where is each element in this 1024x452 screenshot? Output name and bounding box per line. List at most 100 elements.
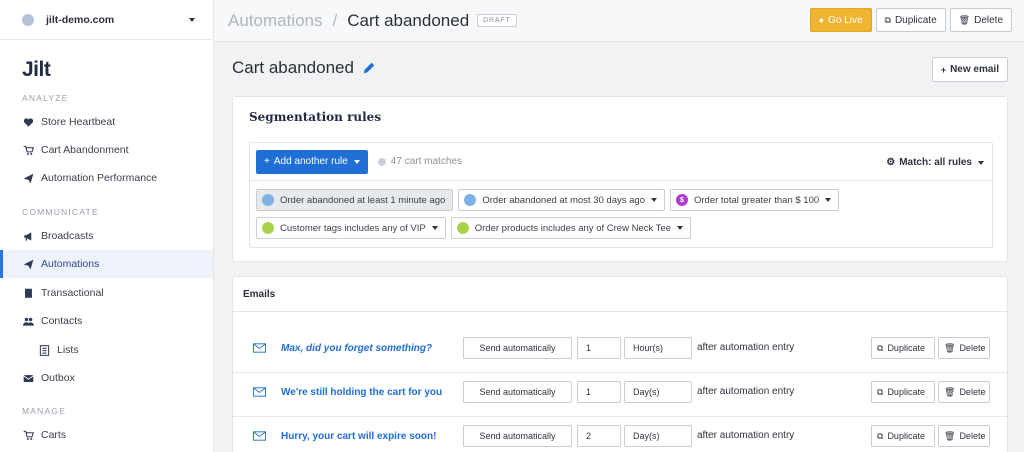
after-label: after automation entry	[697, 342, 795, 353]
match-rules-dropdown[interactable]: ⚙ Match: all rules	[886, 157, 984, 168]
product-icon	[456, 222, 469, 234]
site-avatar	[22, 13, 34, 26]
email-delete-button[interactable]: 🗑 Delete	[938, 425, 990, 447]
sidebar-item-lists[interactable]: Lists	[0, 336, 213, 364]
envelope-icon	[22, 372, 34, 384]
new-email-button[interactable]: + New email	[931, 57, 1008, 82]
sidebar-item-broadcasts[interactable]: Broadcasts	[0, 222, 213, 250]
delay-unit-select[interactable]: Day(s)	[624, 425, 692, 447]
delay-unit-select[interactable]: Hour(s)	[624, 337, 692, 359]
rule-chip[interactable]: Order abandoned at most 30 days ago	[458, 189, 665, 211]
rule-chip[interactable]: $ Order total greater than $ 100	[669, 189, 840, 211]
delete-button[interactable]: 🗑 Delete	[949, 8, 1012, 32]
email-duplicate-button[interactable]: ⧉ Duplicate	[871, 337, 935, 359]
sidebar-item-carts[interactable]: Carts	[0, 421, 213, 449]
rule-label: Order abandoned at least 1 minute ago	[280, 194, 446, 206]
delay-input[interactable]: 1	[577, 381, 621, 403]
sidebar-item-label: Store Heartbeat	[41, 116, 116, 128]
sidebar-item-label: Contacts	[41, 315, 83, 327]
sidebar-item-outbox[interactable]: Outbox	[0, 364, 213, 392]
site-name: jilt-demo.com	[46, 13, 115, 26]
match-rules-label: Match: all rules	[899, 157, 972, 168]
sidebar-item-transactional[interactable]: Transactional	[0, 279, 213, 307]
sidebar-item-automations[interactable]: Automations	[0, 250, 213, 278]
breadcrumb-separator: /	[332, 10, 338, 30]
email-name-link[interactable]: We're still holding the cart for you	[281, 387, 442, 398]
rule-label: Order total greater than $ 100	[693, 194, 820, 206]
rule-label: Order products includes any of Crew Neck…	[474, 222, 671, 234]
after-label: after automation entry	[697, 386, 795, 397]
site-switcher[interactable]: jilt-demo.com	[0, 0, 213, 40]
copy-icon: ⧉	[877, 386, 884, 397]
section-title-analyze: ANALYZE	[22, 93, 69, 103]
rule-label: Customer tags includes any of VIP	[280, 222, 426, 234]
rule-chip[interactable]: Customer tags includes any of VIP	[256, 217, 446, 239]
send-mode-select[interactable]: Send automatically	[463, 337, 572, 359]
envelope-icon	[253, 387, 266, 397]
chevron-down-icon	[353, 159, 360, 164]
rule-label: Order abandoned at most 30 days ago	[482, 194, 645, 206]
sidebar-item-cart-abandonment[interactable]: Cart Abandonment	[0, 136, 213, 164]
email-name-link[interactable]: Max, did you forget something?	[281, 343, 432, 354]
email-duplicate-button[interactable]: ⧉ Duplicate	[871, 425, 935, 447]
chevron-down-icon	[650, 198, 657, 202]
dollar-icon: $	[675, 194, 688, 206]
trash-icon: 🗑	[944, 386, 956, 397]
go-live-button[interactable]: ● Go Live	[809, 8, 872, 32]
trash-icon: 🗑	[944, 342, 956, 353]
heart-icon	[22, 116, 34, 128]
sidebar-item-label: Broadcasts	[41, 230, 94, 242]
trash-icon: 🗑	[958, 14, 971, 25]
add-rule-button[interactable]: + Add another rule	[256, 149, 368, 174]
clock-icon	[262, 194, 274, 206]
chevron-down-icon	[825, 198, 832, 202]
tag-icon	[262, 222, 274, 234]
copy-icon: ⧉	[877, 430, 884, 441]
rule-chip[interactable]: Order products includes any of Crew Neck…	[450, 217, 691, 239]
email-name-link[interactable]: Hurry, your cart will expire soon!	[281, 431, 436, 442]
sidebar-item-store-heartbeat[interactable]: Store Heartbeat	[0, 108, 213, 136]
send-mode-select[interactable]: Send automatically	[463, 381, 572, 403]
cart-icon	[22, 144, 34, 156]
rules-row: Order abandoned at least 1 minute ago Or…	[256, 189, 840, 211]
receipt-icon	[22, 287, 34, 299]
gear-icon: ⚙	[886, 157, 896, 168]
sidebar-item-automation-performance[interactable]: Automation Performance	[0, 164, 213, 192]
paper-plane-icon	[22, 258, 34, 270]
breadcrumb-automations[interactable]: Automations	[228, 11, 323, 31]
email-row: Max, did you forget something? Send auto…	[233, 329, 1007, 373]
chevron-down-icon	[978, 160, 984, 165]
email-delete-button[interactable]: 🗑 Delete	[938, 337, 990, 359]
delay-input[interactable]: 1	[577, 337, 621, 359]
users-icon	[22, 315, 34, 327]
paper-plane-icon	[22, 172, 34, 184]
logo: Jilt	[22, 58, 51, 81]
email-delete-button[interactable]: 🗑 Delete	[938, 381, 990, 403]
page-title: Cart abandoned	[232, 58, 354, 77]
after-label: after automation entry	[697, 430, 795, 441]
chevron-down-icon	[431, 226, 438, 230]
segmentation-toolbar: + Add another rule 47 cart matches ⚙ Mat…	[250, 143, 992, 181]
pencil-icon[interactable]	[362, 61, 376, 75]
envelope-icon	[253, 343, 266, 353]
sidebar-item-label: Cart Abandonment	[41, 144, 129, 156]
send-mode-select[interactable]: Send automatically	[463, 425, 572, 447]
sidebar-item-label: Outbox	[41, 372, 75, 384]
copy-icon: ⧉	[884, 14, 891, 25]
rule-chip[interactable]: Order abandoned at least 1 minute ago	[256, 189, 454, 211]
page-title-row: Cart abandoned	[232, 58, 376, 78]
clock-icon	[464, 194, 477, 206]
cart-matches: 47 cart matches	[377, 156, 462, 167]
plus-icon: +	[264, 156, 270, 167]
emails-card: Emails Max, did you forget something? Se…	[232, 276, 1008, 452]
sidebar-item-contacts[interactable]: Contacts	[0, 307, 213, 335]
sidebar-item-label: Transactional	[41, 287, 104, 299]
duplicate-label: Duplicate	[887, 387, 925, 397]
sidebar-item-label: Automations	[41, 258, 100, 270]
status-badge: DRAFT	[477, 14, 517, 27]
delay-input[interactable]: 2	[577, 425, 621, 447]
delay-unit-select[interactable]: Day(s)	[624, 381, 692, 403]
duplicate-label: Duplicate	[894, 14, 937, 26]
duplicate-button[interactable]: ⧉ Duplicate	[875, 8, 946, 32]
email-duplicate-button[interactable]: ⧉ Duplicate	[871, 381, 935, 403]
